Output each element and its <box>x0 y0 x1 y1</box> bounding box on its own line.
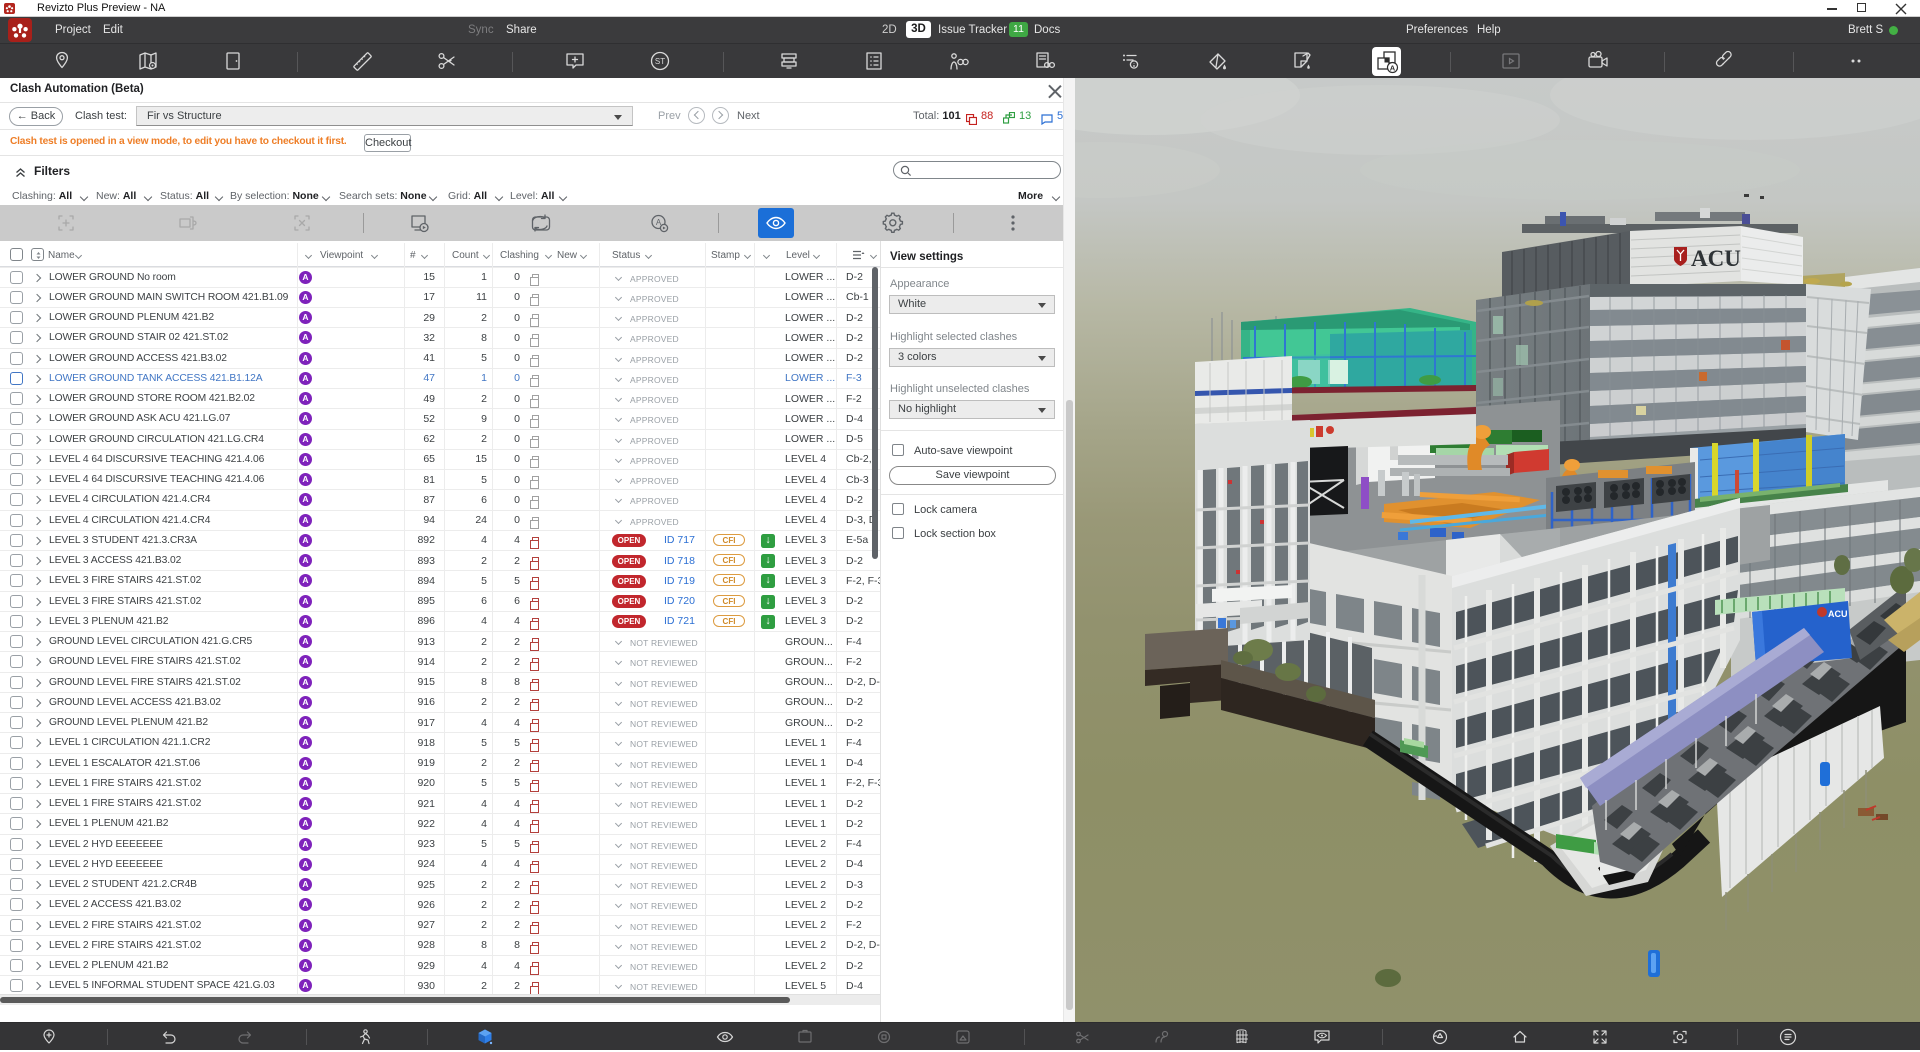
svg-text:ST: ST <box>655 57 665 66</box>
svg-text:ACU: ACU <box>1828 609 1848 619</box>
svg-text:A: A <box>1390 64 1396 73</box>
svg-text:ACU: ACU <box>1691 246 1741 271</box>
